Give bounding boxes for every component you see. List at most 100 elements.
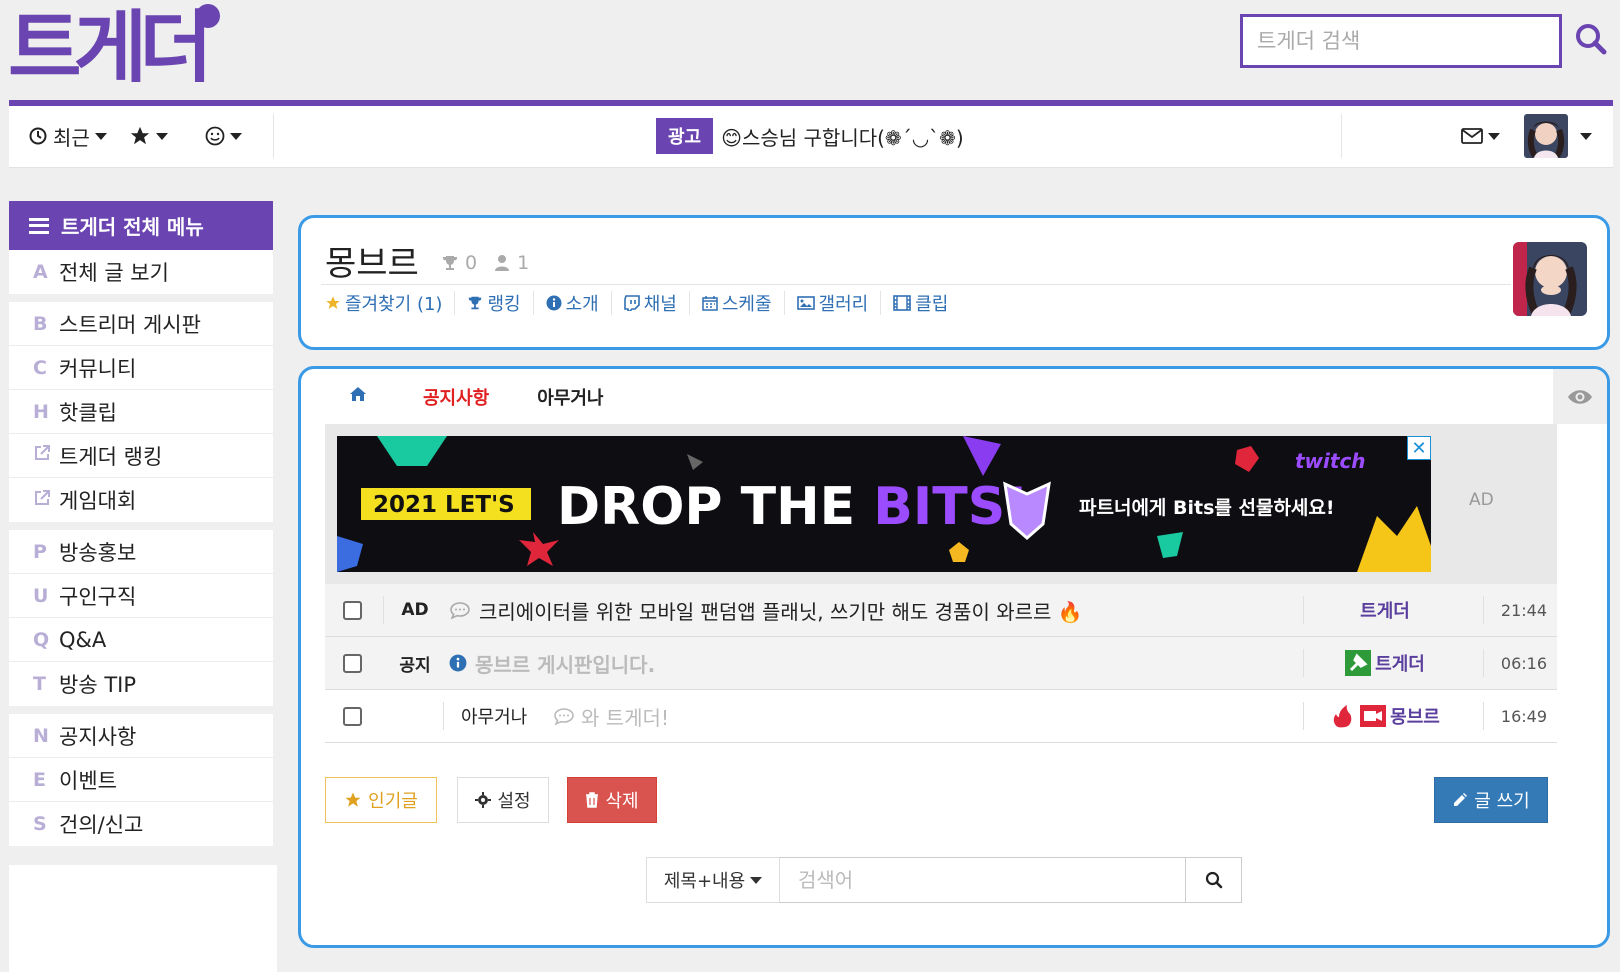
manager-badge-icon [1345, 650, 1372, 676]
site-search-input[interactable] [1243, 17, 1559, 65]
sidebar-item-qna[interactable]: Q Q&A [9, 618, 273, 662]
table-row[interactable]: 아무거나 와 트게더! 몽브르 16:49 [325, 690, 1557, 743]
sidebar-group: N 공지사항 E 이벤트 S 건의/신고 [9, 714, 273, 846]
sidebar-item-hot-clips[interactable]: H 핫클립 [9, 390, 273, 434]
sidebar-item-label: 공지사항 [59, 724, 137, 749]
post-author[interactable]: 트게더 [1310, 650, 1460, 676]
row-checkbox[interactable] [343, 706, 362, 726]
column-divider [1303, 596, 1304, 624]
trophy-icon [469, 296, 482, 310]
sidebar-item-all-posts[interactable]: A 전체 글 보기 [9, 250, 273, 294]
sidebar-item-tips[interactable]: T 방송 TIP [9, 662, 273, 706]
nav-divider [1341, 114, 1342, 158]
post-title: 몽브르 게시판입니다. [475, 652, 656, 677]
row-checkbox[interactable] [343, 600, 362, 620]
sidebar-item-streamer-board[interactable]: B 스트리머 게시판 [9, 302, 273, 346]
calendar-icon [702, 296, 718, 311]
top-ad-text: 😊스승님 구합니다(❁´◡`❁) [721, 125, 964, 150]
member-count: 1 [517, 252, 530, 274]
sidebar-item-feedback[interactable]: S 건의/신고 [9, 802, 273, 846]
sidebar-item-tournament[interactable]: 게임대회 [9, 478, 273, 522]
popular-posts-button[interactable]: 인기글 [325, 777, 437, 823]
search-scope-label: 제목+내용 [663, 871, 746, 892]
chevron-down-icon [156, 132, 168, 140]
post-title: 와 트게더! [581, 705, 669, 730]
sidebar-item-label: 트게더 랭킹 [59, 444, 163, 469]
board-link-label: 소개 [565, 294, 599, 315]
popular-label: 인기글 [368, 791, 418, 812]
sidebar-item-promo[interactable]: P 방송홍보 [9, 530, 273, 574]
board-link-channel[interactable]: 채널 [612, 291, 690, 315]
post-author[interactable]: 몽브르 [1310, 703, 1460, 729]
delete-button[interactable]: 삭제 [567, 777, 657, 823]
write-post-button[interactable]: 글 쓰기 [1434, 777, 1548, 823]
pencil-icon [1454, 793, 1468, 806]
svg-text:DROP THE BITS!: DROP THE BITS! [557, 477, 1029, 537]
post-title-link[interactable]: 크리에이터를 위한 모바일 팬덤앱 플래닛, 쓰기만 해도 경품이 와르르 🔥 [449, 596, 1083, 625]
tgd-logo[interactable]: 트게더 [8, 2, 223, 95]
recent-menu[interactable]: 최근 [29, 116, 107, 156]
trophy-icon [442, 256, 458, 270]
top-ad-link[interactable]: 광고 😊스승님 구합니다(❁´◡`❁) [656, 116, 964, 156]
trophy-count: 0 [465, 252, 478, 274]
site-search-box[interactable] [1240, 14, 1562, 68]
clock-icon [29, 127, 47, 145]
table-row[interactable]: 공지 몽브르 게시판입니다. 트게더 06:16 [325, 637, 1557, 690]
search-scope-select[interactable]: 제목+내용 [646, 857, 780, 903]
avatar [1524, 114, 1568, 158]
user-menu[interactable] [1524, 114, 1592, 158]
post-author[interactable]: 트게더 [1310, 597, 1460, 623]
favorites-menu[interactable] [129, 116, 168, 156]
sidebar-item-label: 전체 글 보기 [59, 261, 169, 285]
sidebar-item-key: S [33, 813, 47, 835]
sidebar-item-label: Q&A [59, 627, 107, 652]
post-title-link[interactable]: 와 트게더! [553, 702, 669, 731]
tab-home[interactable] [349, 386, 367, 407]
board-link-label: 즐겨찾기 (1) [345, 294, 443, 315]
sidebar-item-notice[interactable]: N 공지사항 [9, 714, 273, 758]
tab-notice[interactable]: 공지사항 [423, 384, 489, 410]
settings-button[interactable]: 설정 [457, 777, 549, 823]
star-icon [326, 296, 340, 309]
board-search-input[interactable] [780, 857, 1186, 903]
comment-icon [450, 602, 470, 619]
twitch-ad-banner[interactable]: 2021 LET'S DROP THE BITS! 파트너에게 Bits를 선물… [337, 436, 1431, 572]
ad-area: 2021 LET'S DROP THE BITS! 파트너에게 Bits를 선물… [325, 424, 1557, 584]
sidebar-item-key: E [33, 768, 46, 791]
sidebar-item-ranking[interactable]: 트게더 랭킹 [9, 434, 273, 478]
table-row[interactable]: AD 크리에이터를 위한 모바일 팬덤앱 플래닛, 쓰기만 해도 경품이 와르르… [325, 584, 1557, 637]
ad-tag-text: 2021 LET'S [373, 492, 515, 518]
film-icon [893, 295, 912, 311]
author-name: 트게더 [1375, 654, 1425, 675]
board-link-clips[interactable]: 클립 [881, 291, 960, 315]
tab-anything[interactable]: 아무거나 [537, 384, 603, 410]
chevron-down-icon [750, 876, 763, 884]
board-avatar[interactable] [1513, 242, 1587, 316]
sidebar-item-events[interactable]: E 이벤트 [9, 758, 273, 802]
row-checkbox[interactable] [343, 653, 362, 673]
site-search-button[interactable] [1574, 22, 1610, 58]
sidebar-item-jobs[interactable]: U 구인구직 [9, 574, 273, 618]
chevron-down-icon [1580, 132, 1592, 140]
sidebar-header[interactable]: 트게더 전체 메뉴 [9, 201, 273, 250]
ad-close-button[interactable]: ✕ [1407, 436, 1431, 460]
view-toggle-button[interactable] [1553, 369, 1607, 424]
board-search-button[interactable] [1186, 857, 1242, 903]
board-link-about[interactable]: 소개 [534, 291, 612, 315]
emoji-menu[interactable] [205, 116, 242, 156]
write-label: 글 쓰기 [1474, 791, 1530, 812]
board-link-gallery[interactable]: 갤러리 [785, 291, 882, 315]
sidebar-item-key: U [33, 584, 49, 607]
sidebar-item-label: 게임대회 [59, 489, 137, 513]
board-link-schedule[interactable]: 스케줄 [690, 291, 785, 315]
post-time: 16:49 [1500, 706, 1547, 726]
post-title-link[interactable]: 몽브르 게시판입니다. [449, 649, 655, 678]
sidebar-item-community[interactable]: C 커뮤니티 [9, 346, 273, 390]
column-divider [443, 702, 444, 730]
messages-menu[interactable] [1461, 116, 1500, 156]
board-link-favorite[interactable]: 즐겨찾기 (1) [325, 291, 456, 315]
sidebar-group: B 스트리머 게시판 C 커뮤니티 H 핫클립 트게더 랭킹 게임대회 [9, 302, 273, 522]
board-link-ranking[interactable]: 랭킹 [455, 291, 534, 315]
info-icon [546, 295, 562, 311]
sidebar-item-label: 건의/신고 [59, 813, 144, 837]
